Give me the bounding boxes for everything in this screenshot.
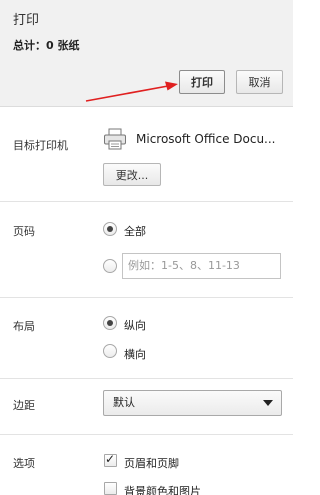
destination-section (0, 108, 293, 202)
options-label: 选项 (13, 457, 35, 470)
pages-range-radio[interactable] (103, 259, 117, 273)
margins-select[interactable]: 默认 (103, 390, 282, 416)
portrait-radio[interactable] (103, 316, 117, 330)
portrait-label: 纵向 (124, 319, 146, 332)
red-arrow-annotation (85, 81, 178, 102)
destination-label: 目标打印机 (13, 139, 68, 152)
print-button[interactable]: 打印 (179, 70, 225, 94)
pages-label: 页码 (13, 225, 35, 238)
background-graphics-checkbox[interactable] (104, 482, 117, 495)
landscape-label: 横向 (124, 348, 146, 361)
layout-label: 布局 (13, 320, 35, 333)
printer-icon (104, 128, 126, 150)
page-range-input[interactable]: 例如：1-5、8、11-13 (122, 253, 281, 279)
pages-all-label: 全部 (124, 225, 146, 238)
layout-section (0, 299, 293, 379)
headers-footers-label: 页眉和页脚 (124, 457, 179, 470)
cancel-button[interactable]: 取消 (236, 70, 283, 94)
landscape-radio[interactable] (103, 344, 117, 358)
pages-all-radio[interactable] (103, 222, 117, 236)
pages-section (0, 203, 293, 298)
page-title: 打印 (13, 13, 40, 28)
dropdown-arrow-icon (263, 400, 273, 406)
background-graphics-label: 背景颜色和图片 (124, 485, 201, 495)
margins-label: 边距 (13, 399, 35, 412)
headers-footers-checkbox[interactable]: ✓ (104, 452, 117, 467)
margins-select-value: 默认 (113, 396, 135, 409)
change-printer-button[interactable]: 更改... (103, 163, 161, 186)
printer-name: Microsoft Office Docu... (136, 132, 276, 146)
checkmark-icon: ✓ (105, 452, 116, 466)
sheet-count-summary: 总计：0 张纸 (13, 39, 80, 52)
